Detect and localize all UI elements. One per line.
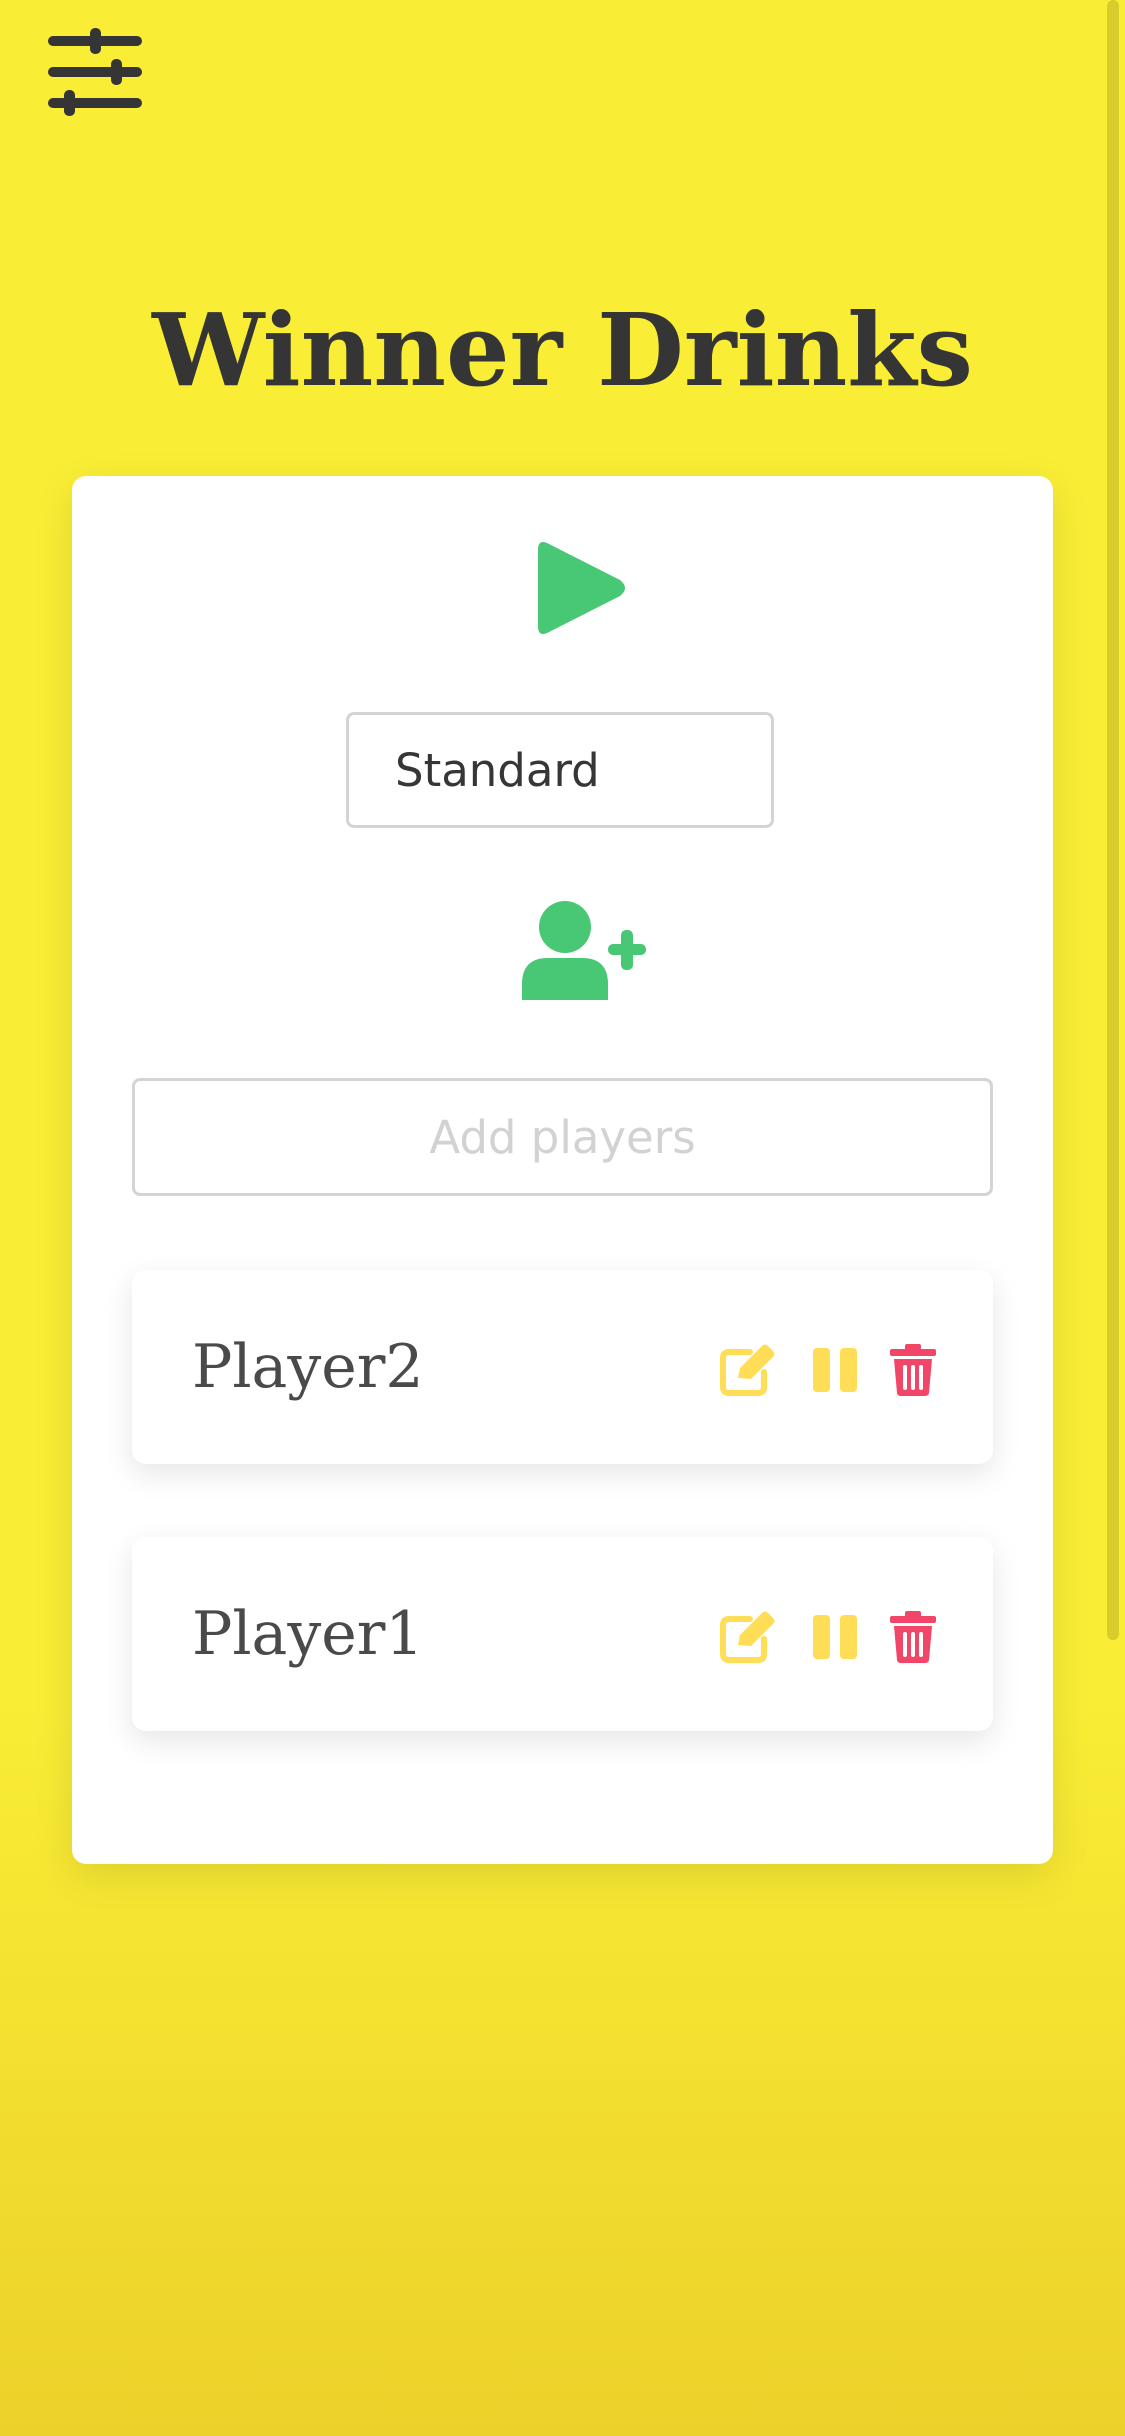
page-title: Winner Drinks — [152, 291, 973, 409]
delete-player-button[interactable] — [890, 1611, 936, 1663]
pause-player-button[interactable] — [813, 1611, 857, 1663]
game-mode-selected-value: Standard — [395, 743, 600, 797]
pause-icon — [813, 1615, 857, 1659]
settings-button[interactable] — [44, 28, 146, 116]
delete-player-button[interactable] — [890, 1344, 936, 1396]
pause-player-button[interactable] — [813, 1344, 857, 1396]
play-button[interactable] — [530, 536, 630, 640]
add-players-input[interactable] — [132, 1078, 993, 1196]
page-scrollbar[interactable] — [1107, 0, 1119, 1640]
player-row: Player2 — [132, 1270, 993, 1464]
pause-icon — [813, 1348, 857, 1392]
game-mode-select[interactable]: Standard — [346, 712, 774, 828]
edit-player-button[interactable] — [720, 1344, 776, 1396]
edit-player-button[interactable] — [720, 1611, 776, 1663]
user-plus-icon — [522, 901, 646, 1000]
trash-icon — [890, 1611, 936, 1663]
player-row: Player1 — [132, 1537, 993, 1731]
edit-icon — [720, 1611, 775, 1663]
game-setup-card: Standard Player2 — [72, 476, 1053, 1864]
player-name: Player1 — [192, 1599, 424, 1669]
edit-icon — [720, 1344, 775, 1396]
add-player-button[interactable] — [520, 900, 646, 1000]
player-name: Player2 — [192, 1332, 424, 1402]
play-icon — [538, 542, 625, 634]
trash-icon — [890, 1344, 936, 1396]
sliders-icon — [48, 28, 142, 116]
